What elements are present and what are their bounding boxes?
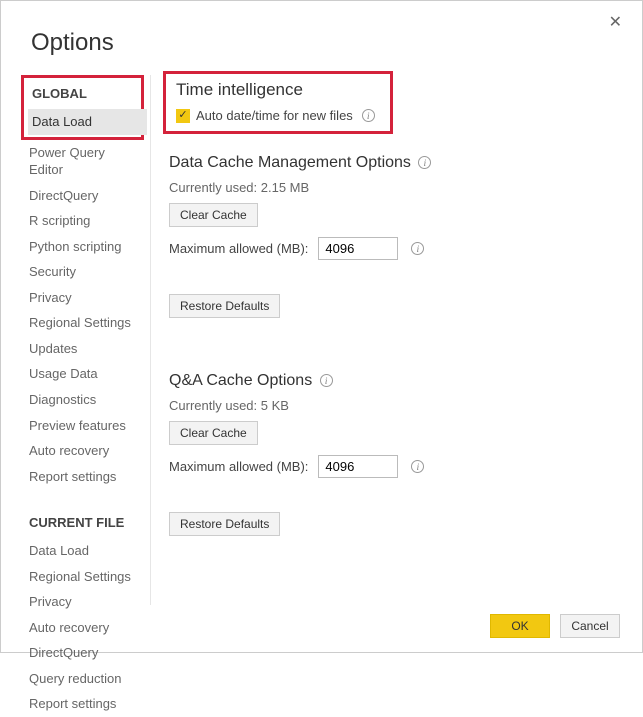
data-cache-title-text: Data Cache Management Options xyxy=(169,154,411,171)
restore-defaults-button[interactable]: Restore Defaults xyxy=(169,294,280,318)
section-title-data-cache: Data Cache Management Options xyxy=(169,154,614,172)
section-title-time-intelligence: Time intelligence xyxy=(176,80,380,100)
dialog-title: Options xyxy=(1,1,642,75)
info-icon[interactable] xyxy=(320,374,333,387)
sidebar-item-updates[interactable]: Updates xyxy=(25,336,142,362)
sidebar-item-cf-query-reduction[interactable]: Query reduction xyxy=(25,666,142,692)
info-icon[interactable] xyxy=(418,156,431,169)
info-icon[interactable] xyxy=(411,460,424,473)
sidebar-item-preview-features[interactable]: Preview features xyxy=(25,413,142,439)
sidebar-item-cf-report-settings[interactable]: Report settings xyxy=(25,691,142,717)
sidebar-item-auto-recovery[interactable]: Auto recovery xyxy=(25,438,142,464)
auto-datetime-label: Auto date/time for new files xyxy=(196,108,353,123)
sidebar-item-power-query-editor[interactable]: Power Query Editor xyxy=(25,140,142,183)
sidebar-item-r-scripting[interactable]: R scripting xyxy=(25,208,142,234)
sidebar-item-directquery[interactable]: DirectQuery xyxy=(25,183,142,209)
data-cache-max-input[interactable] xyxy=(318,237,398,260)
data-cache-max-row: Maximum allowed (MB): xyxy=(169,237,614,260)
sidebar-item-cf-regional-settings[interactable]: Regional Settings xyxy=(25,564,142,590)
content-pane: Time intelligence Auto date/time for new… xyxy=(151,75,642,605)
qa-cache-title-text: Q&A Cache Options xyxy=(169,372,312,389)
auto-datetime-checkbox[interactable] xyxy=(176,109,190,123)
highlight-time-intelligence: Time intelligence Auto date/time for new… xyxy=(163,71,393,134)
sidebar-item-security[interactable]: Security xyxy=(25,259,142,285)
auto-datetime-row: Auto date/time for new files xyxy=(176,108,380,123)
highlight-sidebar: GLOBAL Data Load xyxy=(21,75,144,140)
qa-cache-used: Currently used: 5 KB xyxy=(169,398,614,413)
dialog-body: GLOBAL Data Load Power Query Editor Dire… xyxy=(1,75,642,605)
sidebar-item-privacy[interactable]: Privacy xyxy=(25,285,142,311)
sidebar-item-usage-data[interactable]: Usage Data xyxy=(25,361,142,387)
qa-clear-cache-button[interactable]: Clear Cache xyxy=(169,421,258,445)
data-cache-section: Data Cache Management Options Currently … xyxy=(169,154,614,318)
data-cache-max-label: Maximum allowed (MB): xyxy=(169,241,308,256)
dialog-footer: OK Cancel xyxy=(490,614,620,638)
sidebar-item-cf-data-load[interactable]: Data Load xyxy=(25,538,142,564)
ok-button[interactable]: OK xyxy=(490,614,550,638)
sidebar-item-cf-directquery[interactable]: DirectQuery xyxy=(25,640,142,666)
cancel-button[interactable]: Cancel xyxy=(560,614,620,638)
sidebar-item-cf-privacy[interactable]: Privacy xyxy=(25,589,142,615)
close-button[interactable]: ✕ xyxy=(603,11,628,33)
clear-cache-button[interactable]: Clear Cache xyxy=(169,203,258,227)
sidebar-item-data-load[interactable]: Data Load xyxy=(28,109,147,135)
sidebar-item-regional-settings[interactable]: Regional Settings xyxy=(25,310,142,336)
sidebar-header-global: GLOBAL xyxy=(32,86,139,101)
qa-cache-max-input[interactable] xyxy=(318,455,398,478)
qa-cache-max-label: Maximum allowed (MB): xyxy=(169,459,308,474)
qa-cache-section: Q&A Cache Options Currently used: 5 KB C… xyxy=(169,372,614,536)
data-cache-used: Currently used: 2.15 MB xyxy=(169,180,614,195)
qa-cache-max-row: Maximum allowed (MB): xyxy=(169,455,614,478)
sidebar-header-current-file: CURRENT FILE xyxy=(29,515,142,530)
info-icon[interactable] xyxy=(411,242,424,255)
sidebar-item-cf-auto-recovery[interactable]: Auto recovery xyxy=(25,615,142,641)
sidebar-item-diagnostics[interactable]: Diagnostics xyxy=(25,387,142,413)
sidebar-item-python-scripting[interactable]: Python scripting xyxy=(25,234,142,260)
sidebar-item-report-settings[interactable]: Report settings xyxy=(25,464,142,490)
info-icon[interactable] xyxy=(362,109,375,122)
qa-restore-defaults-button[interactable]: Restore Defaults xyxy=(169,512,280,536)
sidebar: GLOBAL Data Load Power Query Editor Dire… xyxy=(1,75,151,605)
section-title-qa-cache: Q&A Cache Options xyxy=(169,372,614,390)
